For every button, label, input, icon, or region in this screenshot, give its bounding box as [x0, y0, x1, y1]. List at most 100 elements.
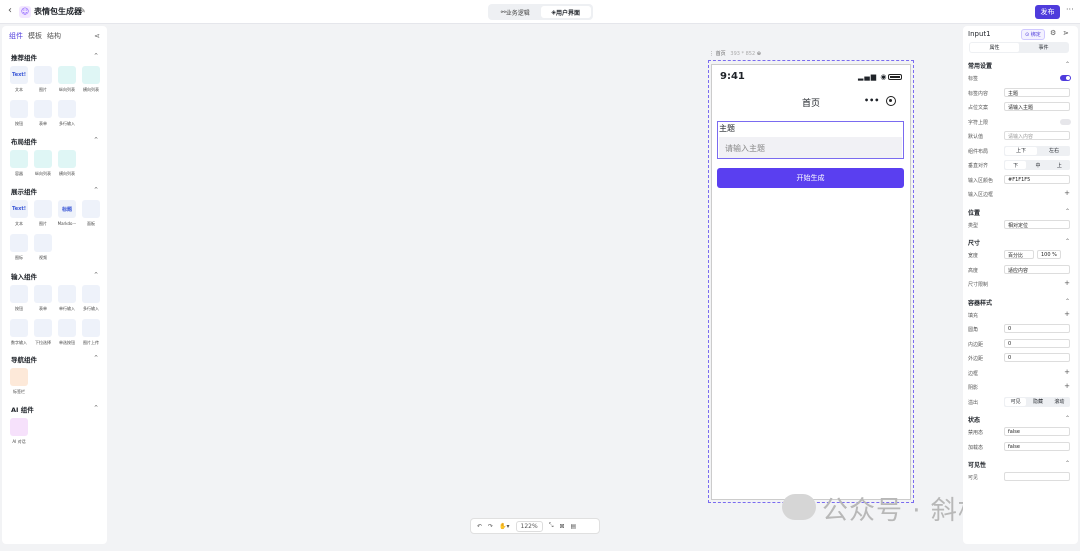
component-tile[interactable]: [58, 319, 76, 337]
component-tile[interactable]: [82, 285, 100, 303]
component-tile[interactable]: [58, 100, 76, 118]
more-dots-icon[interactable]: •••: [864, 96, 879, 105]
component-tile[interactable]: [34, 100, 52, 118]
property-label: 字符上限: [968, 119, 989, 126]
component-tile[interactable]: [34, 234, 52, 252]
segment-option[interactable]: 滚动: [1049, 397, 1070, 407]
property-input[interactable]: 百分比: [1004, 250, 1034, 259]
capsule-close-icon[interactable]: [886, 96, 896, 106]
tab-user-interface[interactable]: ◈ 用户界面: [540, 6, 591, 18]
settings-icon[interactable]: ⚙: [1050, 29, 1056, 37]
component-tile[interactable]: [10, 150, 28, 168]
tab-templates[interactable]: 模板: [28, 31, 42, 41]
component-tile[interactable]: [34, 319, 52, 337]
property-input[interactable]: #F1F1F5: [1004, 174, 1070, 184]
property-input[interactable]: false: [1004, 427, 1070, 436]
add-icon[interactable]: +: [1064, 279, 1070, 287]
chevron-up-icon[interactable]: ⌃: [1065, 298, 1070, 305]
property-input[interactable]: 请输入内容: [1004, 131, 1070, 140]
page-icon[interactable]: ▤: [571, 523, 577, 530]
component-tile[interactable]: Text!: [10, 66, 28, 84]
chevron-up-icon[interactable]: ⌃: [1065, 208, 1070, 215]
segment-option[interactable]: 下: [1005, 161, 1027, 169]
component-tile[interactable]: [10, 368, 28, 386]
component-tile[interactable]: [34, 285, 52, 303]
component-tile[interactable]: [82, 319, 100, 337]
component-tile[interactable]: [58, 285, 76, 303]
back-icon[interactable]: ‹: [8, 5, 12, 16]
view-switch: ⚯ 业务逻辑 ◈ 用户界面: [488, 4, 593, 20]
chevron-up-icon[interactable]: ⌃: [93, 271, 99, 279]
component-tile[interactable]: [82, 66, 100, 84]
zoom-select[interactable]: 122%: [515, 520, 543, 532]
section-title: 推荐组件: [11, 54, 37, 62]
property-section-title: 位置: [968, 209, 981, 217]
tab-components[interactable]: 组件: [9, 31, 23, 41]
fit-screen-icon[interactable]: ⊠: [560, 523, 565, 530]
chevron-up-icon[interactable]: ⌃: [1065, 238, 1070, 245]
chevron-up-icon[interactable]: ⌃: [93, 52, 99, 60]
tab-properties[interactable]: 属性: [970, 43, 1019, 52]
component-tile[interactable]: [58, 150, 76, 168]
component-tile[interactable]: [10, 100, 28, 118]
property-input[interactable]: false: [1004, 441, 1070, 451]
component-tile[interactable]: 标题: [58, 200, 76, 218]
segment-option[interactable]: 隐藏: [1027, 397, 1048, 407]
component-tile[interactable]: Text!: [10, 200, 28, 218]
add-icon[interactable]: +: [1064, 382, 1070, 390]
add-icon[interactable]: +: [1064, 310, 1070, 318]
input1-component[interactable]: 主题 请输入主题: [717, 121, 904, 159]
tab-business-logic[interactable]: ⚯ 业务逻辑: [490, 6, 541, 18]
property-input[interactable]: 适应内容: [1004, 264, 1070, 274]
more-icon[interactable]: ···: [1066, 5, 1074, 14]
topic-input[interactable]: 请输入主题: [719, 137, 902, 158]
chevron-up-icon[interactable]: ⌃: [93, 404, 99, 412]
redo-icon[interactable]: ↷: [488, 523, 493, 530]
property-input[interactable]: [1004, 472, 1070, 481]
component-tile[interactable]: [58, 66, 76, 84]
hand-tool-icon[interactable]: ✋▾: [499, 523, 509, 530]
bind-button[interactable]: ⊙ 绑定: [1021, 29, 1045, 40]
tab-structure[interactable]: 结构: [47, 31, 61, 41]
collapse-panel-icon[interactable]: ⋖: [94, 32, 100, 40]
segment-option[interactable]: 中: [1027, 160, 1048, 170]
segment-option[interactable]: 可见: [1005, 397, 1027, 406]
width-value-input[interactable]: 100 %: [1037, 250, 1061, 259]
chevron-up-icon[interactable]: ⌃: [1065, 415, 1070, 422]
component-tile[interactable]: [34, 66, 52, 84]
chevron-up-icon[interactable]: ⌃: [1065, 61, 1070, 68]
property-input[interactable]: 0: [1004, 324, 1070, 333]
fit-icon[interactable]: ⤡: [549, 522, 554, 530]
chevron-up-icon[interactable]: ⌃: [93, 136, 99, 144]
segment-option[interactable]: 上: [1049, 160, 1070, 170]
property-input[interactable]: 请输入主题: [1004, 102, 1070, 111]
status-time: 9:41: [720, 71, 745, 82]
publish-button[interactable]: 发布: [1035, 5, 1060, 19]
component-tile[interactable]: [10, 285, 28, 303]
property-input[interactable]: 主题: [1004, 87, 1070, 97]
component-tile[interactable]: [34, 200, 52, 218]
add-icon[interactable]: +: [1064, 189, 1070, 197]
toggle-switch[interactable]: [1060, 75, 1071, 81]
property-input[interactable]: 相对定位: [1004, 219, 1070, 229]
component-tile[interactable]: [10, 234, 28, 252]
component-tile[interactable]: [34, 150, 52, 168]
undo-icon[interactable]: ↶: [477, 523, 482, 530]
property-input[interactable]: 0: [1004, 353, 1070, 362]
chevron-up-icon[interactable]: ⌃: [93, 354, 99, 362]
chevron-up-icon[interactable]: ⌃: [1065, 460, 1070, 467]
component-tile[interactable]: [82, 200, 100, 218]
segment-option[interactable]: 左右: [1038, 146, 1070, 156]
component-tile[interactable]: [10, 319, 28, 337]
component-tile[interactable]: [10, 418, 28, 436]
segment-option[interactable]: 上下: [1005, 146, 1037, 155]
edit-title-icon[interactable]: ✎: [79, 6, 86, 15]
property-label: 可见: [968, 475, 979, 481]
toggle-panel-icon[interactable]: ⋗: [1063, 29, 1069, 37]
start-generate-button[interactable]: 开始生成: [717, 168, 904, 188]
toggle-switch[interactable]: [1060, 118, 1071, 125]
property-input[interactable]: 0: [1004, 338, 1070, 348]
chevron-up-icon[interactable]: ⌃: [93, 186, 99, 194]
add-icon[interactable]: +: [1064, 368, 1070, 376]
tab-events[interactable]: 事件: [1019, 43, 1068, 52]
